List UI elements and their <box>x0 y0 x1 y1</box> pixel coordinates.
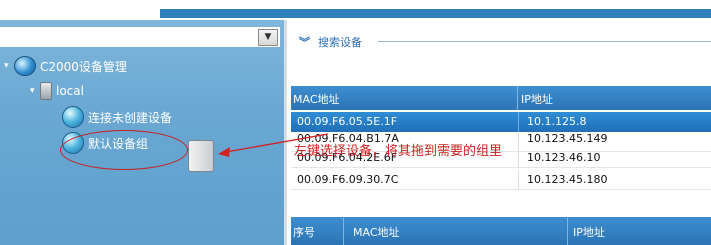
column-header-seq[interactable]: 序号 <box>293 224 315 240</box>
cell-ip: 10.123.45.149 <box>527 132 608 145</box>
tree-panel-header <box>0 27 280 47</box>
column-divider <box>518 148 519 168</box>
cell-ip: 10.123.46.10 <box>527 151 601 164</box>
tree-node-root-label: C2000设备管理 <box>40 59 127 74</box>
tree-node-unconnected-label: 连接未创建设备 <box>88 110 173 125</box>
c2000-globe-icon <box>14 56 36 76</box>
column-divider[interactable] <box>343 217 344 245</box>
search-section-header[interactable]: ︾ 搜索设备 <box>299 34 362 50</box>
table-row[interactable]: 00.09.F6.09.30.7C 10.123.45.180 <box>291 170 711 190</box>
tree-node-root[interactable]: ▾ C2000设备管理 <box>4 56 127 76</box>
highlight-ellipse <box>60 130 188 170</box>
group-table-header: 序号 MAC地址 IP地址 <box>291 217 711 245</box>
devices-table-header: MAC地址 IP地址 <box>291 86 711 110</box>
search-section-title: 搜索设备 <box>318 36 362 49</box>
top-toolbar-strip <box>0 0 711 20</box>
column-divider[interactable] <box>517 86 518 110</box>
annotation-text: 左键选择设备，将其拖到需要的组里 <box>294 144 503 159</box>
column-header-mac[interactable]: MAC地址 <box>293 91 340 107</box>
cell-mac: 00.09.F6.09.30.7C <box>297 173 399 186</box>
column-divider <box>518 112 519 132</box>
column-header-mac[interactable]: MAC地址 <box>353 224 400 240</box>
column-divider[interactable] <box>567 217 568 245</box>
collapse-panel-button[interactable]: ▼ <box>258 29 278 46</box>
cell-ip: 10.123.45.180 <box>527 173 608 186</box>
cell-ip: 10.1.125.8 <box>527 115 587 128</box>
server-icon <box>40 82 52 100</box>
expand-arrow-icon[interactable]: ▾ <box>4 61 14 71</box>
tree-node-local-label: local <box>56 84 84 98</box>
double-chevron-down-icon[interactable]: ︾ <box>299 34 310 50</box>
column-header-ip[interactable]: IP地址 <box>521 91 553 107</box>
tree-node-local[interactable]: ▾ local <box>30 82 84 100</box>
column-divider <box>518 170 519 190</box>
tree-node-unconnected[interactable]: 连接未创建设备 <box>62 106 172 128</box>
top-tab-area <box>0 9 160 18</box>
expand-arrow-icon[interactable]: ▾ <box>30 86 40 96</box>
column-header-ip[interactable]: IP地址 <box>573 224 605 240</box>
search-section-divider <box>378 41 711 42</box>
table-row[interactable]: 00.09.F6.05.5E.1F 10.1.125.8 <box>291 112 711 132</box>
network-globe-icon <box>62 106 84 128</box>
